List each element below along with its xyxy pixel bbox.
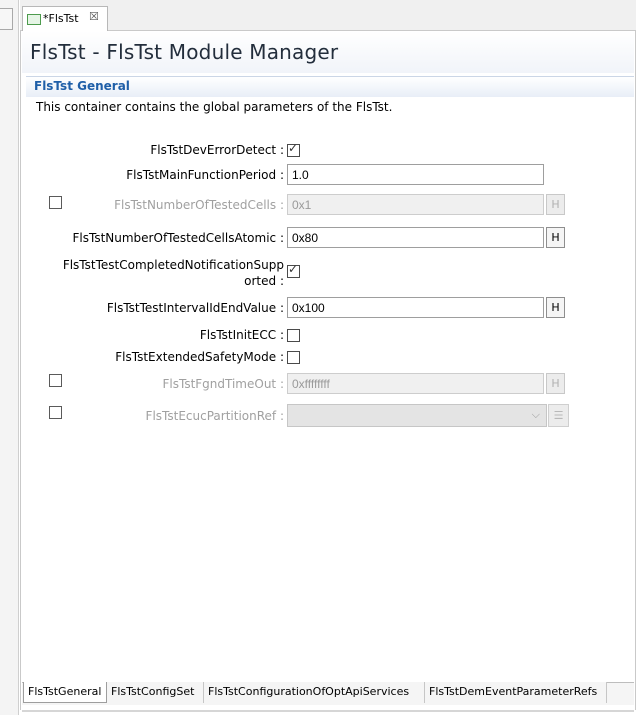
number-of-tested-cells-input[interactable] (287, 194, 544, 215)
editor-tab-flstst[interactable]: *FlsTst ☒ (22, 6, 108, 31)
list-icon[interactable]: ☰ (548, 404, 569, 427)
dev-error-detect-label: FlsTstDevErrorDetect : (150, 143, 284, 157)
left-panel-tab[interactable] (0, 8, 13, 30)
tab-flstst-configset[interactable]: FlsTstConfigSet (107, 682, 204, 703)
test-completed-notification-checkbox[interactable] (287, 262, 300, 278)
left-panel-strip (0, 0, 19, 715)
chevron-down-icon[interactable]: ⌵ (532, 408, 540, 422)
number-of-tested-cells-hex-button[interactable]: H (546, 194, 565, 215)
extended-safety-mode-checkbox[interactable] (287, 351, 300, 364)
number-of-tested-cells-atomic-label: FlsTstNumberOfTestedCellsAtomic : (72, 231, 285, 245)
ecuc-partition-ref-enable-checkbox[interactable] (49, 406, 62, 419)
fgnd-timeout-label: FlsTstFgndTimeOut : (162, 377, 284, 391)
ecuc-partition-ref-combo[interactable]: ⌵ (287, 404, 547, 427)
bottom-divider (22, 710, 634, 712)
editor-tab-label: *FlsTst (43, 12, 79, 25)
fgnd-timeout-input[interactable] (287, 373, 544, 394)
editor-frame (20, 30, 636, 710)
fgnd-timeout-hex-button[interactable]: H (546, 373, 565, 394)
section-title[interactable]: FlsTst General (34, 79, 130, 93)
fgnd-timeout-enable-checkbox[interactable] (49, 374, 62, 387)
init-ecc-label: FlsTstInitECC : (199, 328, 284, 342)
extended-safety-mode-label: FlsTstExtendedSafetyMode : (115, 350, 284, 364)
test-completed-notification-label-line2: orted : (244, 274, 284, 288)
number-of-tested-cells-label: FlsTstNumberOfTestedCells : (114, 198, 284, 212)
number-of-tested-cells-atomic-input[interactable] (287, 227, 544, 248)
test-interval-id-end-value-input[interactable] (287, 297, 544, 318)
init-ecc-checkbox[interactable] (287, 329, 300, 342)
main-function-period-label: FlsTstMainFunctionPeriod : (126, 168, 284, 182)
editor-tab-bar (20, 0, 636, 31)
section-description: This container contains the global param… (36, 100, 393, 114)
page-title: FlsTst - FlsTst Module Manager (30, 40, 339, 64)
tab-flstst-general[interactable]: FlsTstGeneral (23, 682, 107, 703)
test-interval-id-end-value-hex-button[interactable]: H (546, 297, 565, 318)
dev-error-detect-checkbox[interactable] (287, 141, 300, 157)
close-icon[interactable]: ☒ (89, 10, 99, 23)
editor-tab-icon (27, 14, 41, 25)
ecuc-partition-ref-label: FlsTstEcucPartitionRef : (145, 409, 284, 423)
number-of-tested-cells-atomic-hex-button[interactable]: H (546, 227, 565, 248)
main-function-period-input[interactable] (287, 164, 544, 185)
test-completed-notification-label-line1: FlsTstTestCompletedNotificationSupp (62, 258, 284, 272)
tab-flstst-configuration-of-opt-api-services[interactable]: FlsTstConfigurationOfOptApiServices (204, 682, 425, 703)
tab-flstst-dem-event-parameter-refs[interactable]: FlsTstDemEventParameterRefs (425, 682, 607, 703)
test-interval-id-end-value-label: FlsTstTestIntervalIdEndValue : (106, 301, 284, 315)
number-of-tested-cells-enable-checkbox[interactable] (49, 196, 62, 209)
